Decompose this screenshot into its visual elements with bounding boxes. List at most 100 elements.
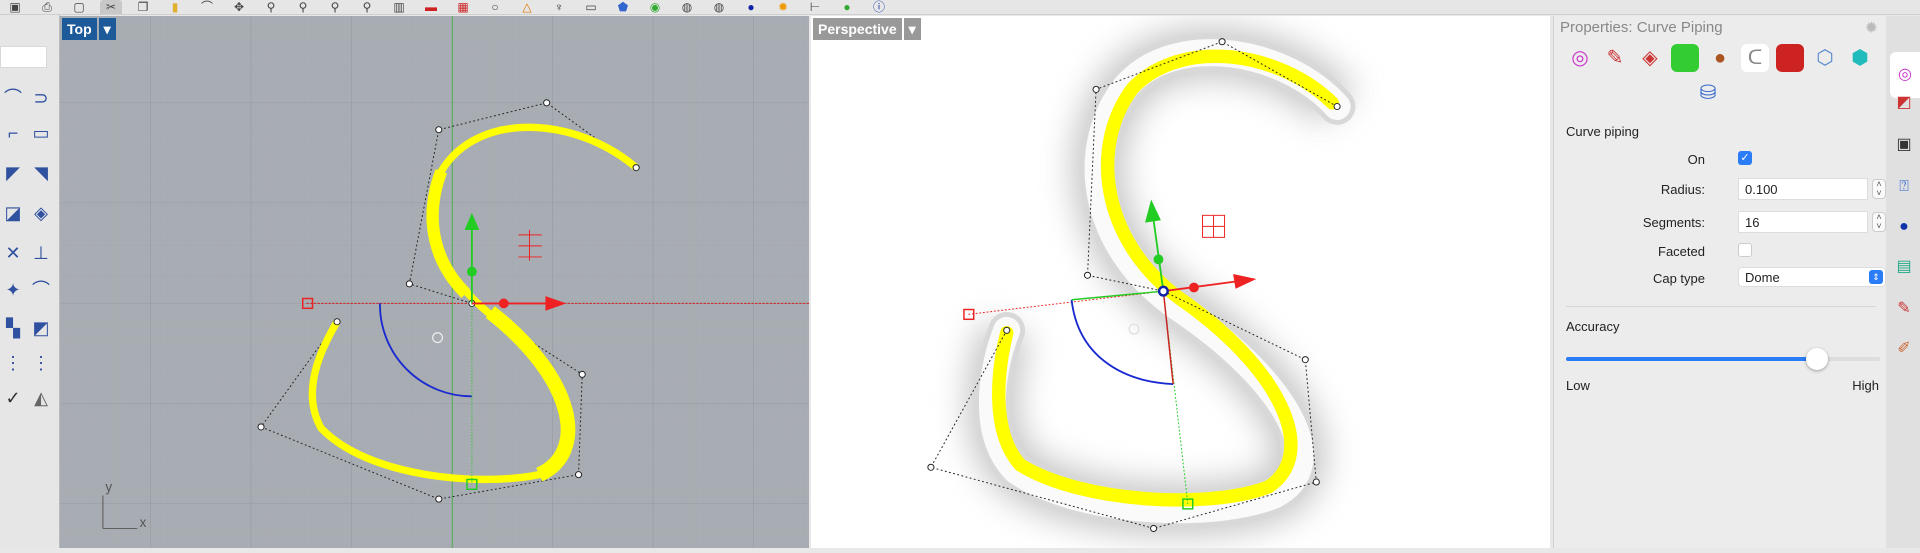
split-icon[interactable]: ⊥ <box>28 240 54 266</box>
curve-tool-icon[interactable]: ⌒ <box>0 85 26 111</box>
render-icon[interactable]: ◍ <box>708 0 730 14</box>
top-viewport[interactable]: Top ▾ y x <box>60 16 810 548</box>
segments-input[interactable]: 16 <box>1738 211 1868 233</box>
gear-icon[interactable]: ✹ <box>772 0 794 14</box>
decal-icon[interactable]: ◈ <box>1636 44 1664 72</box>
radius-row: Radius: 0.100 ˄ ˅ <box>1554 177 1887 201</box>
chevron-down-icon[interactable]: ▾ <box>98 18 116 40</box>
chevron-down-icon[interactable]: ▾ <box>903 18 921 40</box>
tab-materials-icon[interactable]: ✎ <box>1893 298 1915 320</box>
trim-icon[interactable]: ✕ <box>0 240 26 266</box>
cap-type-select[interactable]: Dome ⇕ <box>1738 267 1886 287</box>
displacement-icon[interactable]: ● <box>1706 44 1734 72</box>
viewport-label-top[interactable]: Top ▾ <box>62 18 116 40</box>
select-arrows-icon: ⇕ <box>1869 270 1883 284</box>
render-color-icon[interactable]: ● <box>836 0 858 14</box>
viewport-layout-icon[interactable]: ▥ <box>388 0 410 14</box>
color-wheel-icon[interactable]: ◉ <box>644 0 666 14</box>
tab-help-icon[interactable]: ⍰ <box>1893 176 1915 198</box>
segments-stepper[interactable]: ˄ ˅ <box>1872 212 1886 232</box>
main-toolbar: ▣ ⎙ ▢ ✂ ❐ ▮ ⌒ ✥ ⚲ ⚲ ⚲ ⚲ ▥ ▬ ▦ ○ △ ♆ ▭ ⬟ … <box>0 0 1920 15</box>
faceted-checkbox[interactable] <box>1738 243 1752 257</box>
circle-icon[interactable]: ○ <box>484 0 506 14</box>
panel-tab-strip: ◎ ◩ ▣ ⍰ ● ▤ ✎ ✐ <box>1886 16 1920 548</box>
rotate-icon[interactable]: ◩ <box>28 315 54 341</box>
surface-icon[interactable]: ◤ <box>0 160 26 186</box>
join-icon[interactable]: ✦ <box>0 277 26 303</box>
thickening-icon[interactable]: ⬢ <box>1846 44 1874 72</box>
tab-named-views-icon[interactable]: ▤ <box>1893 256 1915 278</box>
tab-display-icon[interactable]: ▣ <box>1893 134 1915 156</box>
tab-notes-icon[interactable]: ✐ <box>1893 338 1915 360</box>
zoom-selected-icon[interactable]: ⚲ <box>356 0 378 14</box>
shield-icon[interactable]: ⬟ <box>612 0 634 14</box>
zoom-extents-icon[interactable]: ⚲ <box>324 0 346 14</box>
globe-icon[interactable]: ● <box>740 0 762 14</box>
copy-icon[interactable]: ❐ <box>132 0 154 14</box>
curve-icon[interactable]: ⌒ <box>196 0 218 14</box>
on-row: On ✓ <box>1554 147 1887 171</box>
low-label: Low <box>1566 378 1590 393</box>
check-icon[interactable]: ✓ <box>0 385 26 411</box>
solid-icon[interactable]: ◭ <box>28 385 54 411</box>
radius-input[interactable]: 0.100 <box>1738 178 1868 200</box>
zoom-window-icon[interactable]: ⚲ <box>292 0 314 14</box>
curve-piping-icon[interactable]: ᑕ <box>1741 44 1769 72</box>
paste-icon[interactable]: ▮ <box>164 0 186 14</box>
patch-icon[interactable]: ◪ <box>0 200 26 226</box>
panel-title: Properties: Curve Piping <box>1560 19 1723 36</box>
on-checkbox[interactable]: ✓ <box>1738 151 1752 165</box>
array-icon[interactable]: ⋮ <box>0 350 26 376</box>
texture-mapping-icon[interactable] <box>1671 44 1699 72</box>
grid-icon[interactable]: ▦ <box>452 0 474 14</box>
tab-render-icon[interactable]: ● <box>1893 216 1915 238</box>
section-heading: Curve piping <box>1566 124 1639 139</box>
info-icon[interactable]: ⓘ <box>868 0 890 14</box>
shut-lining-icon[interactable]: ⬡ <box>1811 44 1839 72</box>
new-icon[interactable]: ▢ <box>68 0 90 14</box>
point-icon[interactable]: ✥ <box>228 0 250 14</box>
network-surface-icon[interactable]: ◈ <box>28 200 54 226</box>
mirror-icon[interactable]: ⋮ <box>28 350 54 376</box>
cut-icon[interactable]: ✂ <box>100 0 122 14</box>
fillet-icon[interactable]: ⌒ <box>28 277 54 303</box>
control-point-curve-icon[interactable]: ⊃ <box>28 85 54 111</box>
command-input[interactable] <box>0 46 47 68</box>
top-viewport-canvas: y x <box>60 16 810 548</box>
distance-icon[interactable]: ⊢ <box>804 0 826 14</box>
left-toolbar: ⌒ ⊃ ⌐ ▭ ◤ ◥ ◪ ◈ ✕ ⊥ ✦ ⌒ ▚ ◩ ⋮ ⋮ ✓ ◭ <box>0 15 60 548</box>
viewport-label-perspective[interactable]: Perspective ▾ <box>813 18 921 40</box>
group-icon[interactable]: ▚ <box>0 315 26 341</box>
rectangle-tool-icon[interactable]: ▭ <box>28 120 54 146</box>
edge-softening-icon[interactable] <box>1776 44 1804 72</box>
faceted-row: Faceted <box>1554 239 1887 263</box>
gear-icon[interactable]: ✹ <box>1865 18 1878 38</box>
light-icon[interactable]: ♆ <box>548 0 570 14</box>
radius-stepper[interactable]: ˄ ˅ <box>1872 179 1886 199</box>
sphere-icon[interactable]: ◍ <box>676 0 698 14</box>
properties-panel: Properties: Curve Piping ✹ ◎ ✎ ◈ ● ᑕ ⬡ ⬢… <box>1553 16 1886 548</box>
cap-type-row: Cap type Dome ⇕ <box>1554 266 1887 290</box>
zoom-icon[interactable]: ⚲ <box>260 0 282 14</box>
tab-layers-icon[interactable]: ◩ <box>1893 92 1915 114</box>
rectangle-icon[interactable]: ▭ <box>580 0 602 14</box>
axis-label-x: x <box>140 515 147 530</box>
print-icon[interactable]: ⎙ <box>36 0 58 14</box>
object-color-icon[interactable]: ◎ <box>1566 44 1594 72</box>
polyline-icon[interactable]: ⌐ <box>0 120 26 146</box>
accuracy-slider-thumb[interactable] <box>1806 348 1829 370</box>
accuracy-slider-fill <box>1566 357 1818 361</box>
segments-row: Segments: 16 ˄ ˅ <box>1554 210 1887 234</box>
dimension-icon[interactable]: △ <box>516 0 538 14</box>
divider <box>1566 306 1876 307</box>
perspective-viewport-canvas <box>811 16 1550 548</box>
axis-label-y: y <box>105 480 112 495</box>
save-icon[interactable]: ▣ <box>4 0 26 14</box>
perspective-viewport[interactable]: Perspective ▾ <box>811 16 1550 548</box>
accuracy-slider[interactable] <box>1566 348 1880 370</box>
loft-icon[interactable]: ◥ <box>28 160 54 186</box>
car-icon[interactable]: ▬ <box>420 0 442 14</box>
accuracy-label: Accuracy <box>1566 319 1620 334</box>
material-icon[interactable]: ✎ <box>1601 44 1629 72</box>
database-icon[interactable]: ⛁ <box>1694 79 1722 107</box>
